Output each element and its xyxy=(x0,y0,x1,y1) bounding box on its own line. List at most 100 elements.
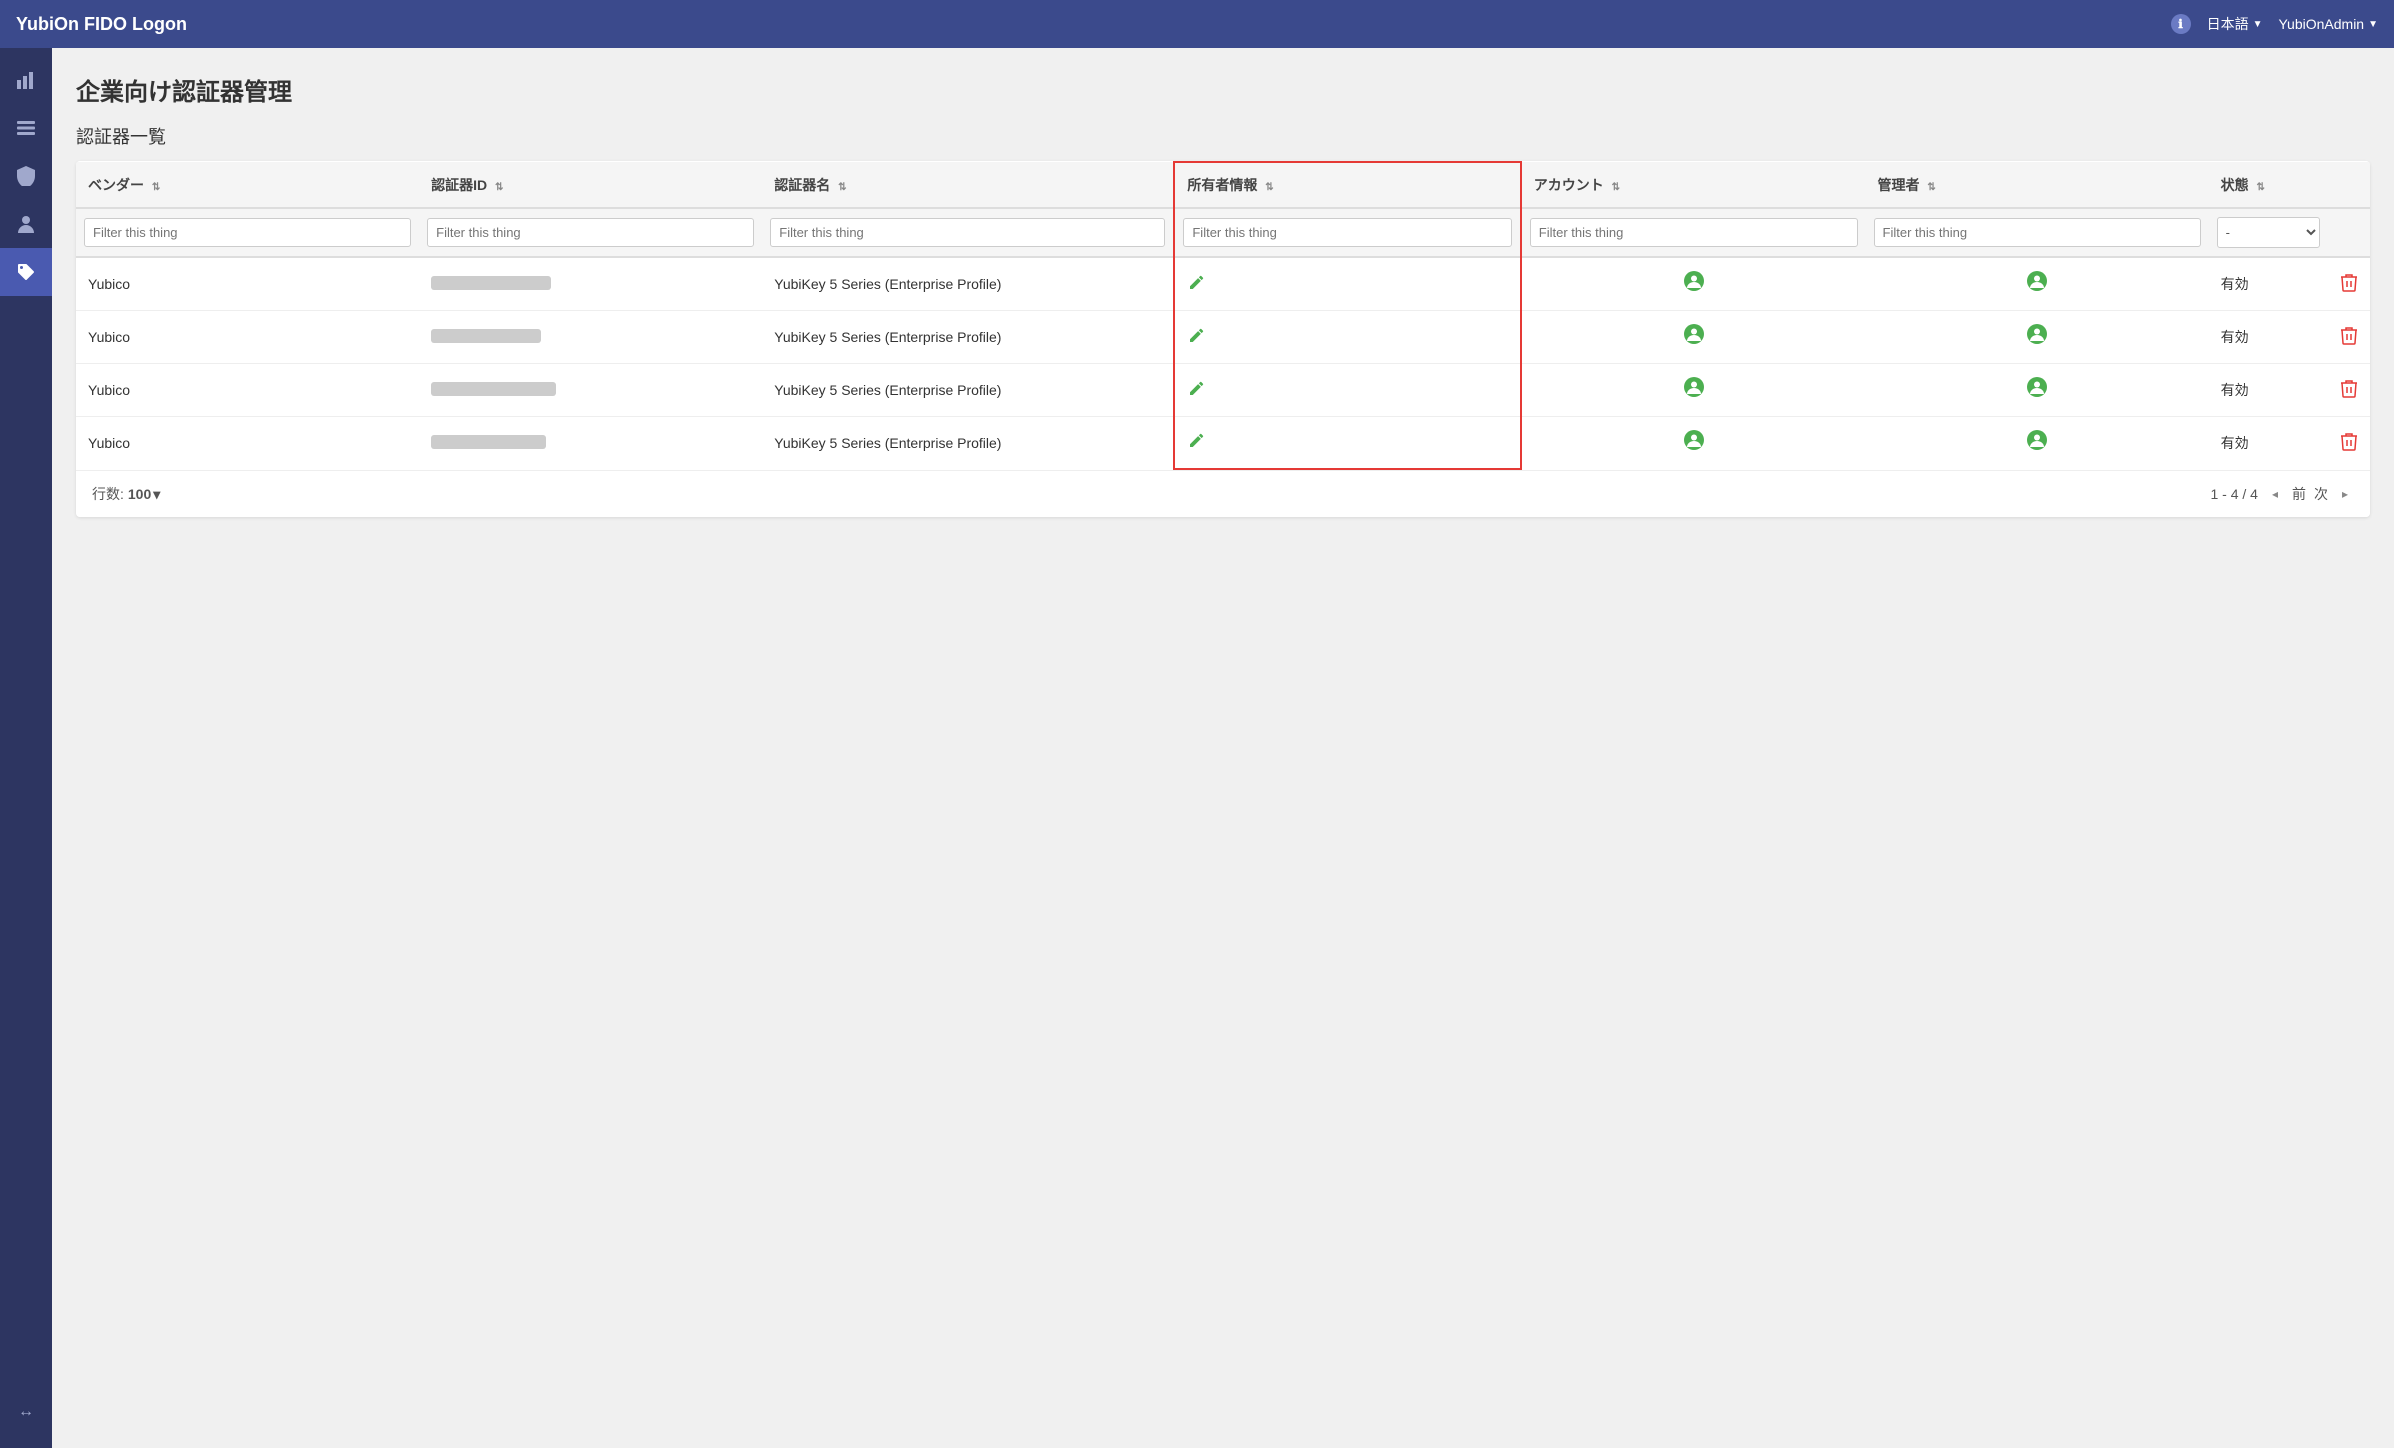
user-icon xyxy=(16,214,36,234)
prev-page-button[interactable]: ◂ xyxy=(2266,483,2284,505)
cell-account xyxy=(1521,417,1866,470)
table-body: Yubico●●●●●●●●YubiKey 5 Series (Enterpri… xyxy=(76,257,2370,469)
delete-icon[interactable] xyxy=(2340,382,2358,402)
table-header-row: ベンダー ⇅ 認証器ID ⇅ 認証器名 ⇅ 所有者情報 xyxy=(76,162,2370,208)
col-status[interactable]: 状態 ⇅ xyxy=(2209,162,2328,208)
edit-owner-icon[interactable] xyxy=(1187,378,1207,403)
language-label: 日本語 xyxy=(2207,14,2249,34)
person-circle-icon xyxy=(1683,429,1705,451)
cell-admin xyxy=(1866,364,2209,417)
filter-admin-cell xyxy=(1866,208,2209,257)
person-circle-icon xyxy=(1683,376,1705,398)
sort-admin-icon: ⇅ xyxy=(1927,182,1935,193)
cell-admin xyxy=(1866,417,2209,470)
cell-owner[interactable] xyxy=(1174,311,1520,364)
col-auth-name[interactable]: 認証器名 ⇅ xyxy=(762,162,1174,208)
cell-admin xyxy=(1866,257,2209,311)
pencil-icon xyxy=(1187,430,1207,450)
cell-status: 有効 xyxy=(2209,364,2328,417)
cell-delete[interactable] xyxy=(2328,417,2370,470)
person-circle-icon xyxy=(1683,270,1705,292)
delete-icon[interactable] xyxy=(2340,276,2358,296)
admin-icon xyxy=(2026,381,2048,403)
col-admin[interactable]: 管理者 ⇅ xyxy=(1866,162,2209,208)
col-owner[interactable]: 所有者情報 ⇅ xyxy=(1174,162,1520,208)
filter-owner-cell xyxy=(1174,208,1520,257)
section-title: 認証器一覧 xyxy=(76,123,2370,149)
cell-delete[interactable] xyxy=(2328,311,2370,364)
rows-per-page-label: 行数: 100 ▾ xyxy=(92,484,160,504)
sort-vendor-icon: ⇅ xyxy=(152,182,160,193)
person-circle-admin-icon xyxy=(2026,323,2048,345)
pencil-icon xyxy=(1187,325,1207,345)
cell-auth-id: ●●●●●●●● xyxy=(419,311,762,364)
next-page-button[interactable]: ▸ xyxy=(2336,483,2354,505)
sort-auth-id-icon: ⇅ xyxy=(495,182,503,193)
admin-icon xyxy=(2026,434,2048,456)
collapse-icon[interactable]: ↔ xyxy=(0,1388,52,1436)
filter-vendor-input[interactable] xyxy=(84,218,411,247)
trash-icon xyxy=(2340,272,2358,292)
edit-owner-icon[interactable] xyxy=(1187,430,1207,455)
col-auth-id[interactable]: 認証器ID ⇅ xyxy=(419,162,762,208)
list-icon xyxy=(16,118,36,138)
user-menu[interactable]: YubiOnAdmin ▼ xyxy=(2278,16,2378,32)
sort-auth-name-icon: ⇅ xyxy=(838,182,846,193)
table-row: Yubico●●●●●●●●YubiKey 5 Series (Enterpri… xyxy=(76,311,2370,364)
col-vendor[interactable]: ベンダー ⇅ xyxy=(76,162,419,208)
main-content: 企業向け認証器管理 認証器一覧 ベンダー ⇅ 認証器ID ⇅ xyxy=(52,48,2394,1448)
next-label: 次 xyxy=(2314,484,2328,504)
filter-auth-id-input[interactable] xyxy=(427,218,754,247)
delete-icon[interactable] xyxy=(2340,435,2358,455)
shield-icon xyxy=(17,166,35,186)
filter-row: - 有効 無効 xyxy=(76,208,2370,257)
cell-owner[interactable] xyxy=(1174,417,1520,470)
cell-auth-name: YubiKey 5 Series (Enterprise Profile) xyxy=(762,311,1174,364)
pencil-icon xyxy=(1187,378,1207,398)
table-card: ベンダー ⇅ 認証器ID ⇅ 認証器名 ⇅ 所有者情報 xyxy=(76,161,2370,517)
filter-auth-name-input[interactable] xyxy=(770,218,1165,247)
cell-vendor: Yubico xyxy=(76,417,419,470)
filter-auth-name-cell xyxy=(762,208,1174,257)
admin-icon xyxy=(2026,275,2048,297)
filter-account-input[interactable] xyxy=(1530,218,1858,247)
cell-status: 有効 xyxy=(2209,257,2328,311)
edit-owner-icon[interactable] xyxy=(1187,325,1207,350)
cell-auth-id: ●●●●●●●● xyxy=(419,257,762,311)
col-account[interactable]: アカウント ⇅ xyxy=(1521,162,1866,208)
cell-status: 有効 xyxy=(2209,417,2328,470)
sidebar-collapse-button[interactable]: ↔ xyxy=(0,1388,52,1436)
rows-dropdown-arrow: ▾ xyxy=(153,486,160,503)
username-label: YubiOnAdmin xyxy=(2278,16,2364,32)
person-circle-icon xyxy=(1683,323,1705,345)
filter-admin-input[interactable] xyxy=(1874,218,2201,247)
cell-account xyxy=(1521,257,1866,311)
trash-icon xyxy=(2340,431,2358,451)
cell-auth-id: ●●●●●●●● xyxy=(419,364,762,417)
sidebar-item-list[interactable] xyxy=(0,104,52,152)
language-selector[interactable]: 日本語 ▼ xyxy=(2207,14,2263,34)
info-icon[interactable]: ℹ xyxy=(2171,14,2191,34)
sidebar-item-dashboard[interactable] xyxy=(0,56,52,104)
prev-label: 前 xyxy=(2292,484,2306,504)
filter-owner-input[interactable] xyxy=(1183,218,1511,247)
cell-auth-name: YubiKey 5 Series (Enterprise Profile) xyxy=(762,257,1174,311)
cell-status: 有効 xyxy=(2209,311,2328,364)
edit-owner-icon[interactable] xyxy=(1187,272,1207,297)
cell-auth-name: YubiKey 5 Series (Enterprise Profile) xyxy=(762,364,1174,417)
cell-owner[interactable] xyxy=(1174,257,1520,311)
sidebar-item-user[interactable] xyxy=(0,200,52,248)
rows-per-page-selector[interactable]: 100 ▾ xyxy=(128,486,160,503)
cell-owner[interactable] xyxy=(1174,364,1520,417)
sidebar-item-tag[interactable] xyxy=(0,248,52,296)
sidebar-item-security[interactable] xyxy=(0,152,52,200)
cell-delete[interactable] xyxy=(2328,257,2370,311)
cell-delete[interactable] xyxy=(2328,364,2370,417)
delete-icon[interactable] xyxy=(2340,329,2358,349)
nav-right: ℹ 日本語 ▼ YubiOnAdmin ▼ xyxy=(2171,14,2378,34)
cell-auth-id: ●●●●●●●● xyxy=(419,417,762,470)
filter-status-select[interactable]: - 有効 無効 xyxy=(2217,217,2320,248)
pagination-info: 1 - 4 / 4 xyxy=(2210,486,2257,502)
sidebar: ↔ xyxy=(0,48,52,1448)
person-circle-admin-icon xyxy=(2026,429,2048,451)
